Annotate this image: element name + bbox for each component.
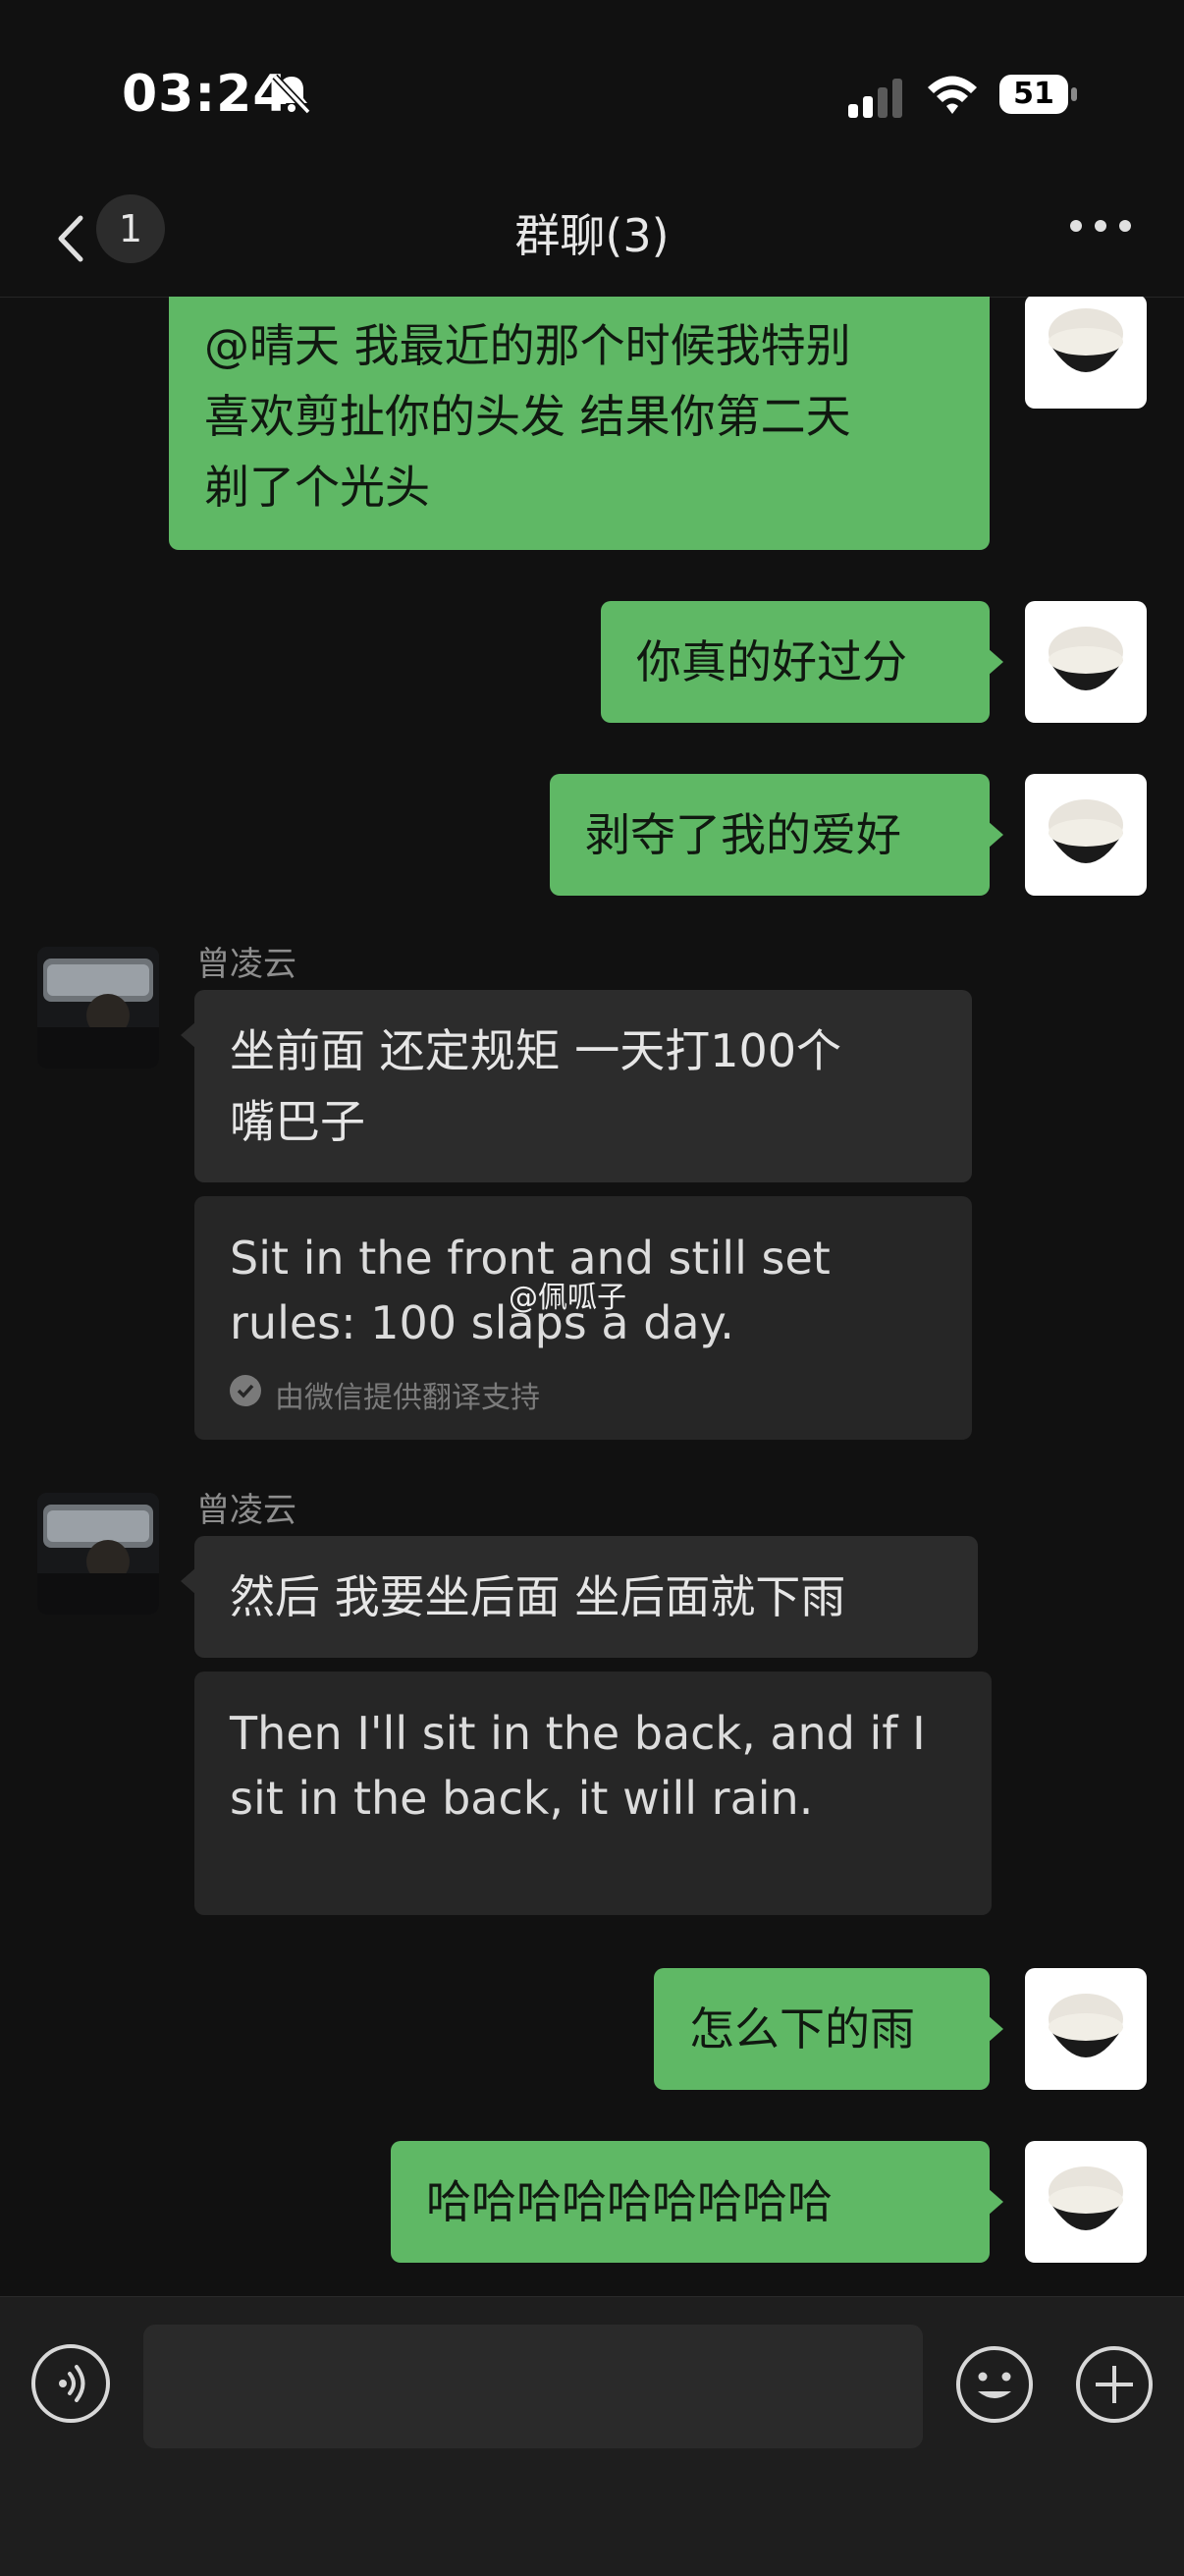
self-avatar[interactable] [1025,2141,1147,2263]
rice-bowl-icon [1049,799,1123,863]
check-icon [230,1375,261,1406]
emoji-icon[interactable] [954,2344,1035,2425]
message-bubble-outgoing[interactable]: 你真的好过分 [601,601,1003,723]
sender-name: 曾凌云 [196,945,296,984]
message-text: 哈哈哈哈哈哈哈哈哈 [426,2175,833,2228]
watermark: @佩呱子 [509,1281,626,1315]
translation-text: sit in the back, it will rain. [230,1772,814,1825]
status-bar: 03:24 51 [0,0,1184,187]
message-bubble-outgoing[interactable]: 怎么下的雨 [654,1968,1003,2090]
contact-avatar[interactable] [37,947,159,1069]
add-more-icon[interactable] [1074,2344,1155,2425]
sender-name: 曾凌云 [196,1491,296,1530]
message-text: 然后 我要坐后面 坐后面就下雨 [230,1570,846,1623]
message-bubble-incoming[interactable]: 然后 我要坐后面 坐后面就下雨 [181,1536,978,1658]
message-bubble-incoming[interactable]: 坐前面 还定规矩 一天打100个 嘴巴子 [181,990,972,1182]
message-text: 坐前面 还定规矩 一天打100个 [230,1024,842,1077]
message-bubble-outgoing[interactable]: 哈哈哈哈哈哈哈哈哈 [391,2141,1003,2263]
rice-bowl-icon [1049,2166,1123,2230]
self-avatar[interactable] [1025,1968,1147,2090]
self-avatar[interactable] [1025,601,1147,723]
message-bubble-outgoing[interactable]: 剥夺了我的爱好 [550,774,1003,896]
translation-provider-note: 由微信提供翻译支持 [275,1381,540,1415]
message-text: 剥夺了我的爱好 [585,808,901,861]
rice-bowl-icon [1049,308,1123,372]
wifi-icon [928,76,977,114]
chat-input-bar [0,2296,1184,2576]
message-text: 你真的好过分 [636,635,907,688]
battery-indicator: 51 [999,75,1078,116]
battery-level: 51 [1013,77,1054,111]
translation-text: Then I'll sit in the back, and if I [230,1707,926,1760]
voice-input-icon[interactable] [31,2344,110,2423]
message-list[interactable]: @晴天 我最近的那个时候我特别 喜欢剪扯你的头发 结果你第二天 剃了个光头 你真… [0,297,1184,2296]
message-input[interactable] [143,2325,923,2448]
bell-muted-icon [272,74,311,115]
car-interior-photo [37,947,159,1069]
translation-box[interactable]: Then I'll sit in the back, and if I sit … [194,1672,992,1915]
message-text: @晴天 我最近的那个时候我特别 [204,319,851,372]
message-text: 嘴巴子 [230,1095,365,1148]
rice-bowl-icon [1049,627,1123,690]
message-text: 喜欢剪扯你的头发 结果你第二天 [204,390,851,443]
rice-bowl-icon [1049,1994,1123,2057]
car-interior-photo [37,1493,159,1615]
self-avatar[interactable] [1025,774,1147,896]
message-bubble-outgoing[interactable]: @晴天 我最近的那个时候我特别 喜欢剪扯你的头发 结果你第二天 剃了个光头 [169,297,990,550]
more-options-icon[interactable] [1070,220,1131,236]
message-text: 剃了个光头 [204,461,430,514]
status-time: 03:24 [122,65,290,124]
message-text: 怎么下的雨 [689,2002,915,2055]
cellular-signal-icon [848,79,902,118]
contact-avatar[interactable] [37,1493,159,1615]
chat-title: 群聊(3) [514,209,670,262]
self-avatar[interactable] [1025,297,1147,409]
